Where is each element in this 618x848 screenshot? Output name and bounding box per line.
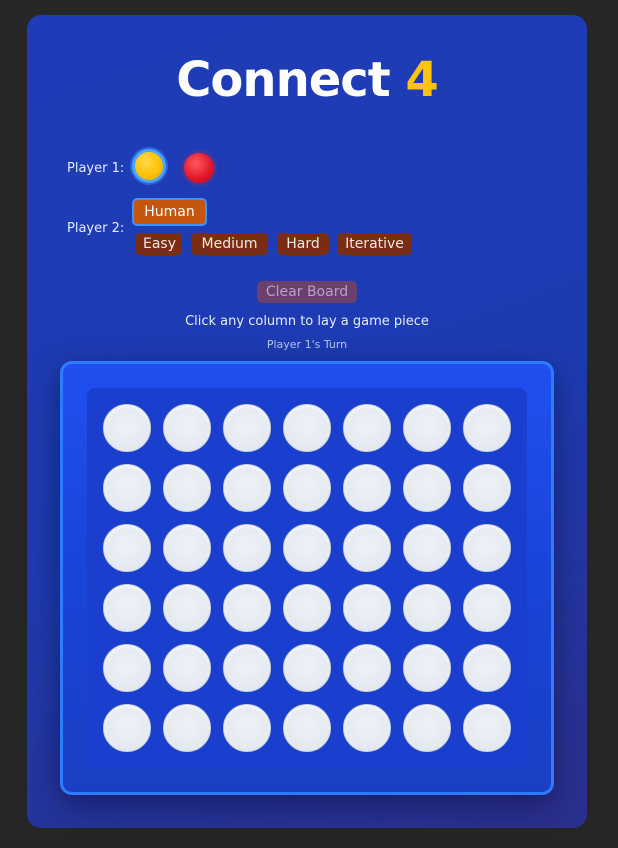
board-cell[interactable] (403, 404, 451, 452)
board-cell[interactable] (343, 464, 391, 512)
board-cell[interactable] (163, 584, 211, 632)
board-cell[interactable] (403, 464, 451, 512)
board-cell[interactable] (403, 584, 451, 632)
board-cell[interactable] (463, 404, 511, 452)
board-cell[interactable] (463, 464, 511, 512)
board-cell[interactable] (223, 644, 271, 692)
board-cell[interactable] (103, 524, 151, 572)
board-cell[interactable] (103, 644, 151, 692)
player2-human-button[interactable]: Human (132, 198, 207, 226)
board-cell[interactable] (223, 524, 271, 572)
board-cell[interactable] (103, 404, 151, 452)
player1-yellow-disc-option[interactable] (132, 149, 166, 183)
title-accent: 4 (405, 52, 438, 108)
board-cell[interactable] (343, 704, 391, 752)
board-cell[interactable] (403, 704, 451, 752)
board-cell[interactable] (343, 404, 391, 452)
board-cell[interactable] (343, 524, 391, 572)
board-cell[interactable] (343, 584, 391, 632)
player2-hard-button[interactable]: Hard (277, 233, 329, 255)
board-cell[interactable] (463, 644, 511, 692)
page-title: Connect 4 (27, 56, 587, 104)
clear-board-button[interactable]: Clear Board (257, 281, 357, 303)
instructions-text: Click any column to lay a game piece (185, 314, 429, 329)
player1-red-disc-option[interactable] (184, 153, 214, 183)
board-cell[interactable] (223, 404, 271, 452)
player2-iterative-button[interactable]: Iterative (337, 233, 412, 255)
board-cell[interactable] (163, 524, 211, 572)
turn-status: Player 1's Turn (266, 338, 348, 351)
game-panel: Connect 4 Player 1: Player 2: Human Easy… (27, 15, 587, 828)
board-cell[interactable] (463, 584, 511, 632)
board-cell[interactable] (403, 524, 451, 572)
board-cell[interactable] (163, 404, 211, 452)
player2-label: Player 2: (67, 221, 125, 236)
board-cell[interactable] (223, 464, 271, 512)
board-cell[interactable] (403, 644, 451, 692)
board-cell[interactable] (283, 584, 331, 632)
player2-medium-button[interactable]: Medium (191, 233, 268, 255)
player2-easy-button[interactable]: Easy (135, 233, 182, 255)
board-cell[interactable] (463, 524, 511, 572)
board-cell[interactable] (163, 644, 211, 692)
board-cell[interactable] (223, 704, 271, 752)
board-grid (87, 388, 527, 768)
player1-label: Player 1: (67, 161, 125, 176)
board-cell[interactable] (463, 704, 511, 752)
board-cell[interactable] (283, 404, 331, 452)
board-cell[interactable] (283, 464, 331, 512)
board-cell[interactable] (103, 584, 151, 632)
title-main: Connect (176, 52, 390, 108)
board-cell[interactable] (163, 464, 211, 512)
board-cell[interactable] (283, 524, 331, 572)
game-board (60, 361, 554, 795)
board-cell[interactable] (163, 704, 211, 752)
board-cell[interactable] (223, 584, 271, 632)
board-cell[interactable] (283, 644, 331, 692)
board-cell[interactable] (103, 704, 151, 752)
board-cell[interactable] (343, 644, 391, 692)
board-cell[interactable] (103, 464, 151, 512)
board-cell[interactable] (283, 704, 331, 752)
